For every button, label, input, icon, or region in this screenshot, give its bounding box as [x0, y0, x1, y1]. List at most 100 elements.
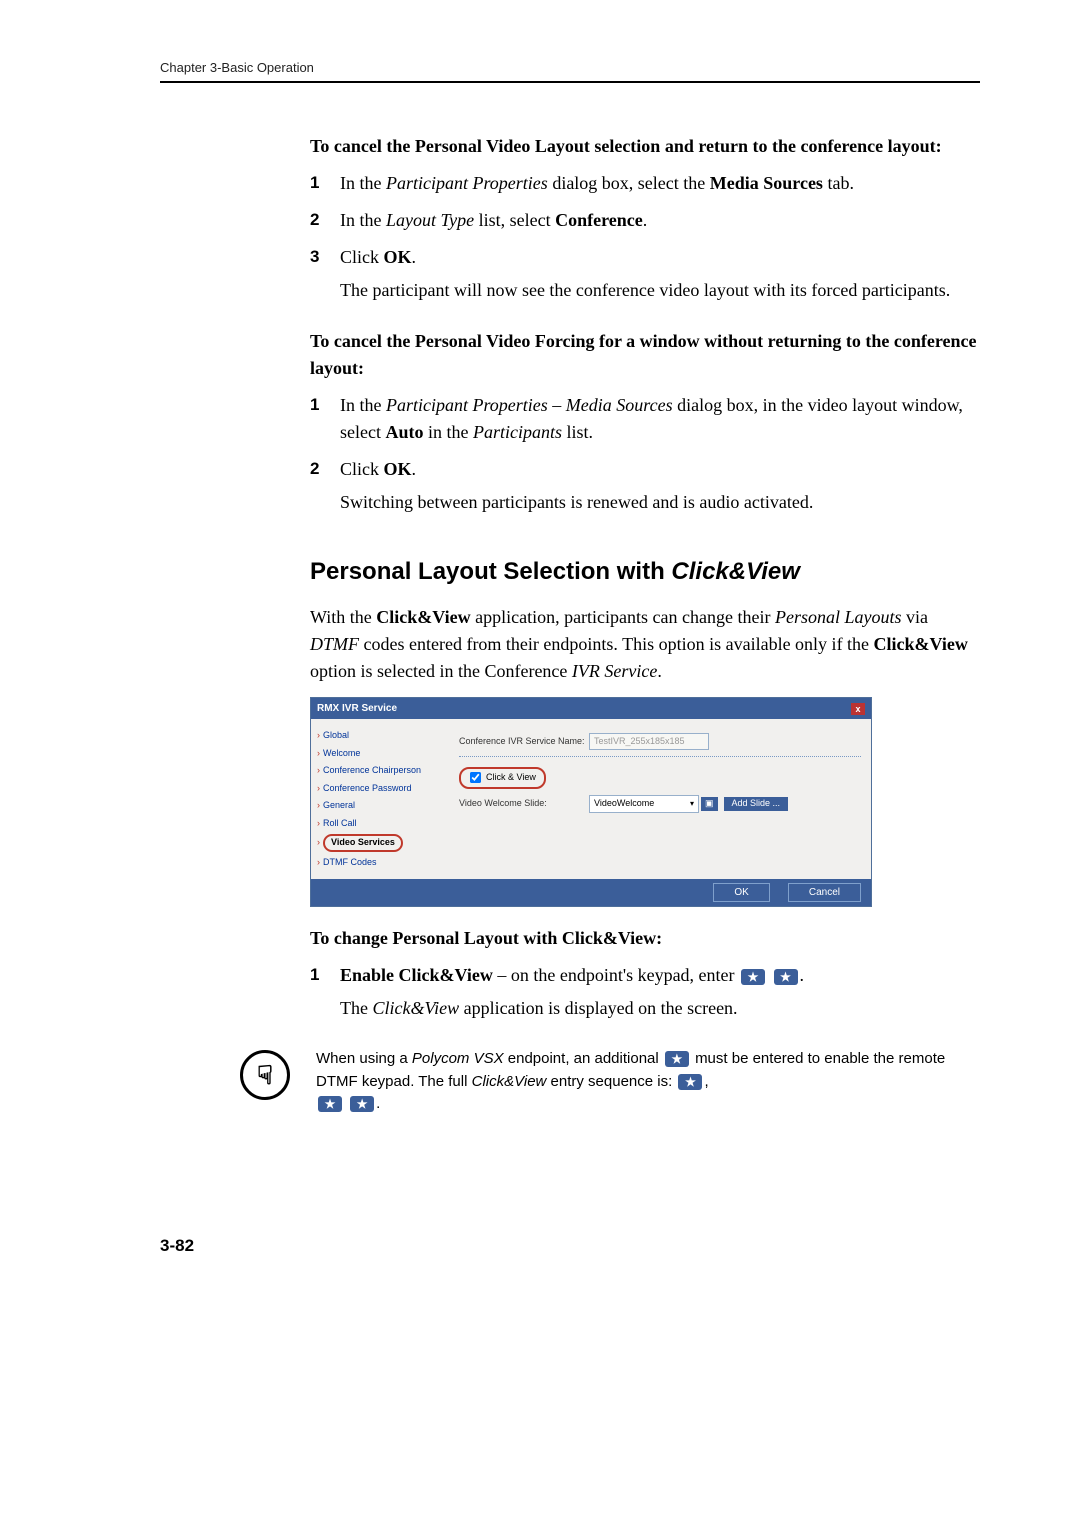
- step-number: 3: [310, 244, 340, 310]
- preview-button[interactable]: ▣: [701, 797, 718, 811]
- step-row: 3 Click OK. The participant will now see…: [310, 244, 980, 310]
- ivr-service-dialog: RMX IVR Service x ›Global ›Welcome ›Conf…: [310, 697, 872, 907]
- nav-item-global[interactable]: ›Global: [315, 727, 445, 745]
- step-body: In the Layout Type list, select Conferen…: [340, 207, 980, 240]
- nav-label: DTMF Codes: [323, 857, 377, 867]
- welcome-slide-label: Video Welcome Slide:: [459, 797, 589, 811]
- text: .: [643, 210, 648, 230]
- dialog-title-text: RMX IVR Service: [317, 701, 397, 716]
- service-name-input[interactable]: TestIVR_255x185x185: [589, 733, 709, 750]
- ok-button[interactable]: OK: [713, 883, 769, 902]
- step-body: In the Participant Properties dialog box…: [340, 170, 980, 203]
- star-key-icon: ★: [774, 969, 798, 985]
- step-number: 1: [310, 392, 340, 452]
- text-bold: Click&View: [376, 607, 470, 627]
- add-slide-button[interactable]: Add Slide ...: [724, 797, 789, 811]
- nav-label: Global: [323, 730, 349, 740]
- select-value: VideoWelcome: [594, 797, 654, 811]
- caret-icon: ›: [317, 800, 320, 810]
- clickview-checkbox-row[interactable]: Click & View: [459, 767, 546, 789]
- text: option is selected in the Conference: [310, 661, 572, 681]
- step-body: Enable Click&View – on the endpoint's ke…: [340, 962, 980, 1028]
- step-row: 1 Enable Click&View – on the endpoint's …: [310, 962, 980, 1028]
- nav-label: Welcome: [323, 748, 360, 758]
- caret-icon: ›: [317, 837, 320, 847]
- dialog-titlebar: RMX IVR Service x: [311, 698, 871, 719]
- text: via: [901, 607, 928, 627]
- text: entry sequence is:: [546, 1073, 676, 1090]
- nav-item-video-services[interactable]: ›Video Services: [315, 832, 445, 854]
- text-italic: Personal Layouts: [775, 607, 902, 627]
- text: In the: [340, 173, 386, 193]
- cancel-layout-heading: To cancel the Personal Video Layout sele…: [310, 133, 980, 160]
- star-key-icon: ★: [678, 1074, 702, 1090]
- text: With the: [310, 607, 376, 627]
- text: endpoint, an additional: [504, 1050, 663, 1067]
- nav-item-conf-password[interactable]: ›Conference Password: [315, 780, 445, 798]
- step-row: 2 Click OK. Switching between participan…: [310, 456, 980, 522]
- text: In the: [340, 210, 386, 230]
- nav-item-roll-call[interactable]: ›Roll Call: [315, 815, 445, 833]
- star-key-icon: ★: [665, 1051, 689, 1067]
- text-bold: Auto: [385, 422, 423, 442]
- text: The: [340, 998, 372, 1018]
- note-block: ☟ When using a Polycom VSX endpoint, an …: [240, 1048, 980, 1116]
- star-key-icon: ★: [350, 1096, 374, 1112]
- text-italic: Click&View: [372, 998, 459, 1018]
- note-text: When using a Polycom VSX endpoint, an ad…: [316, 1048, 980, 1116]
- cancel-button[interactable]: Cancel: [788, 883, 861, 902]
- welcome-slide-select[interactable]: VideoWelcome ▾: [589, 795, 699, 813]
- dialog-nav: ›Global ›Welcome ›Conference Chairperson…: [311, 719, 449, 879]
- nav-item-dtmf-codes[interactable]: ›DTMF Codes: [315, 854, 445, 872]
- text: – on the endpoint's keypad, enter: [493, 965, 739, 985]
- text-italic: Participants: [473, 422, 562, 442]
- caret-icon: ›: [317, 765, 320, 775]
- nav-item-general[interactable]: ›General: [315, 797, 445, 815]
- pointing-hand-icon: ☟: [240, 1050, 290, 1100]
- close-icon[interactable]: x: [851, 703, 865, 715]
- text: .: [376, 1095, 380, 1112]
- text-bold: Media Sources: [710, 173, 823, 193]
- clickview-checkbox[interactable]: [470, 772, 481, 783]
- text: The participant will now see the confere…: [340, 277, 980, 304]
- text: In the: [340, 395, 386, 415]
- star-key-icon: ★: [318, 1096, 342, 1112]
- header-rule: [160, 81, 980, 83]
- text: .: [412, 247, 417, 267]
- text: application is displayed on the screen.: [459, 998, 737, 1018]
- step-row: 2 In the Layout Type list, select Confer…: [310, 207, 980, 240]
- text: .: [412, 459, 417, 479]
- step-number: 1: [310, 170, 340, 203]
- page-number: 3-82: [160, 1236, 980, 1256]
- dialog-main: Conference IVR Service Name: TestIVR_255…: [449, 719, 871, 879]
- clickview-checkbox-label: Click & View: [486, 771, 536, 785]
- text: .: [800, 965, 805, 985]
- nav-item-welcome[interactable]: ›Welcome: [315, 745, 445, 763]
- caret-icon: ›: [317, 857, 320, 867]
- caret-icon: ›: [317, 818, 320, 828]
- text: Click: [340, 459, 384, 479]
- caret-icon: ›: [317, 748, 320, 758]
- text-bold: OK: [384, 459, 412, 479]
- step-body: In the Participant Properties – Media So…: [340, 392, 980, 452]
- nav-label-selected: Video Services: [323, 834, 403, 852]
- step-number: 2: [310, 207, 340, 240]
- service-name-label: Conference IVR Service Name:: [459, 735, 589, 749]
- nav-label: Conference Password: [323, 783, 412, 793]
- change-layout-heading: To change Personal Layout with Click&Vie…: [310, 925, 980, 952]
- text: .: [657, 661, 662, 681]
- text: application, participants can change the…: [471, 607, 775, 627]
- star-key-icon: ★: [741, 969, 765, 985]
- text: Switching between participants is renewe…: [340, 489, 980, 516]
- text-bold: Conference: [555, 210, 643, 230]
- nav-item-conf-chairperson[interactable]: ›Conference Chairperson: [315, 762, 445, 780]
- text-italic: Click&View: [671, 558, 800, 585]
- text: Click: [340, 247, 384, 267]
- text: Personal Layout Selection with: [310, 558, 671, 585]
- step-row: 1 In the Participant Properties dialog b…: [310, 170, 980, 203]
- dialog-footer: OK Cancel: [311, 879, 871, 906]
- text: codes entered from their endpoints. This…: [359, 634, 874, 654]
- nav-label: Conference Chairperson: [323, 765, 421, 775]
- section-heading-clickview: Personal Layout Selection with Click&Vie…: [310, 554, 980, 590]
- step-body: Click OK. Switching between participants…: [340, 456, 980, 522]
